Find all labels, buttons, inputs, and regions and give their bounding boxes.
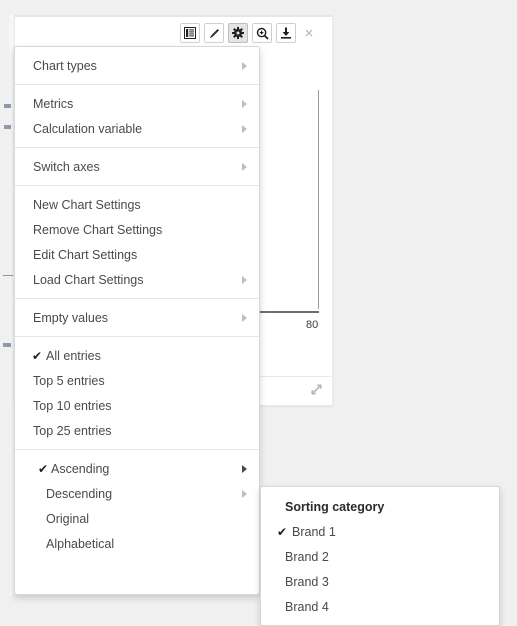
menu-separator [15,84,259,85]
resize-handle-icon[interactable] [309,383,323,397]
checkmark-icon: ✔ [38,461,49,476]
zoom-search-icon[interactable] [252,23,272,43]
menu-item-label: New Chart Settings [33,197,141,212]
download-icon[interactable] [276,23,296,43]
menu-separator [15,185,259,186]
chart-y-axis-line [318,90,319,309]
menu-item-original[interactable]: Original [15,506,259,531]
menu-item-label: Metrics [33,96,74,111]
menu-item-label: All entries [46,348,101,363]
menu-item-ascending[interactable]: ✔ Ascending [15,456,259,481]
menu-separator [15,147,259,148]
submenu-header: Sorting category [285,499,385,514]
menu-item-label: Alphabetical [46,536,115,551]
menu-item-remove-chart-settings[interactable]: Remove Chart Settings [15,217,259,242]
menu-item-label: Switch axes [33,159,100,174]
submenu-item-label: Brand 2 [285,549,329,564]
menu-item-label: Empty values [33,310,109,325]
close-icon[interactable]: × [301,24,317,42]
gear-icon[interactable] [228,23,248,43]
submenu-item-label: Brand 1 [292,524,336,539]
background-fragment [4,104,11,108]
chevron-right-icon [242,464,247,473]
submenu-item-label: Brand 3 [285,574,329,589]
chevron-right-icon [242,162,247,171]
menu-item-top-5-entries[interactable]: Top 5 entries [15,368,259,393]
submenu-item-label: Brand 4 [285,599,329,614]
background-fragment [4,125,11,129]
menu-item-label: Top 10 entries [33,398,112,413]
chart-axis-tick-label: 80 [306,319,319,331]
checkmark-icon: ✔ [277,524,288,539]
menu-item-label: Descending [46,486,113,501]
background-fragment [3,275,13,276]
menu-item-label: Original [46,511,90,526]
chart-settings-menu: Chart types Metrics Calculation variable Sw… [14,46,260,595]
menu-item-new-chart-settings[interactable]: New Chart Settings [15,192,259,217]
menu-item-descending[interactable]: Descending [15,481,259,506]
menu-item-label: Calculation variable [33,121,143,136]
chevron-right-icon [242,489,247,498]
menu-item-switch-axes[interactable]: Switch axes [15,154,259,179]
menu-item-all-entries[interactable]: ✔ All entries [15,343,259,368]
menu-item-label: Remove Chart Settings [33,222,163,237]
menu-item-top-25-entries[interactable]: Top 25 entries [15,418,259,443]
chevron-right-icon [242,61,247,70]
menu-item-edit-chart-settings[interactable]: Edit Chart Settings [15,242,259,267]
chevron-right-icon [242,99,247,108]
chevron-right-icon [242,313,247,322]
menu-item-label: Top 5 entries [33,373,105,388]
menu-item-load-chart-settings[interactable]: Load Chart Settings [15,267,259,292]
sorting-category-submenu: Sorting category ✔ Brand 1 Brand 2 Brand 3 B… [260,486,500,626]
background-fragment [3,343,11,347]
menu-item-label: Chart types [33,58,97,73]
table-view-icon[interactable] [180,23,200,43]
chevron-right-icon [242,124,247,133]
submenu-item-brand-4[interactable]: Brand 4 [261,594,499,619]
menu-item-label: Load Chart Settings [33,272,144,287]
menu-item-alphabetical[interactable]: Alphabetical [15,531,259,556]
menu-item-calculation-variable[interactable]: Calculation variable [15,116,259,141]
chevron-right-icon [242,275,247,284]
menu-item-chart-types[interactable]: Chart types [15,53,259,78]
menu-item-top-10-entries[interactable]: Top 10 entries [15,393,259,418]
menu-separator [15,336,259,337]
chart-toolbar: × [180,22,317,44]
checkmark-icon: ✔ [32,348,43,363]
menu-item-label: Ascending [51,461,110,476]
menu-item-label: Edit Chart Settings [33,247,138,262]
menu-separator [15,298,259,299]
submenu-item-brand-2[interactable]: Brand 2 [261,544,499,569]
menu-item-metrics[interactable]: Metrics [15,91,259,116]
menu-separator [15,449,259,450]
submenu-item-brand-1[interactable]: ✔ Brand 1 [261,519,499,544]
menu-item-label: Top 25 entries [33,423,112,438]
menu-item-empty-values[interactable]: Empty values [15,305,259,330]
submenu-item-brand-3[interactable]: Brand 3 [261,569,499,594]
edit-pencil-icon[interactable] [204,23,224,43]
